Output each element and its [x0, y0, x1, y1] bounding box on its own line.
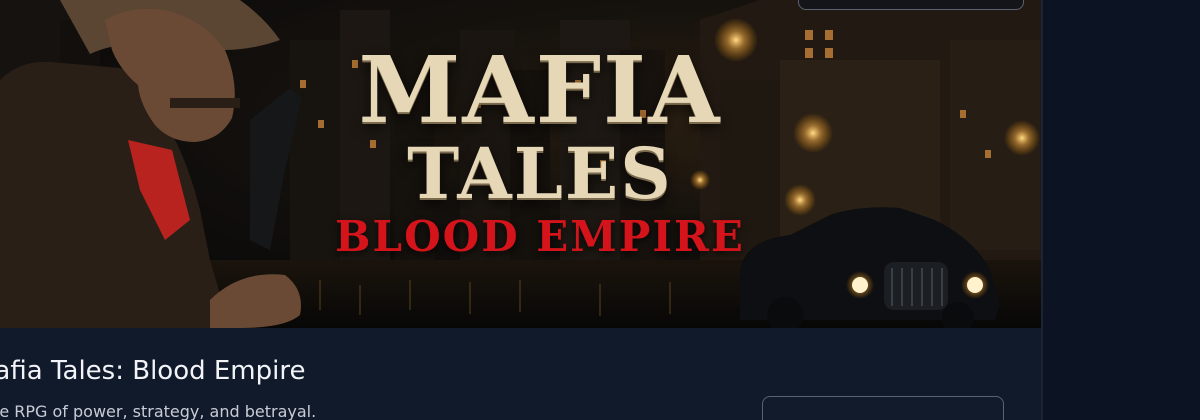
game-card[interactable]: MAFIA TALES BLOOD EMPIRE Mafia Tales: Bl…	[0, 0, 1041, 420]
right-panel	[1043, 0, 1200, 420]
page: MAFIA TALES BLOOD EMPIRE Mafia Tales: Bl…	[0, 0, 1200, 420]
game-title: Mafia Tales: Blood Empire	[0, 356, 306, 386]
banner-title-line2: TALES	[407, 132, 673, 215]
action-button[interactable]	[762, 396, 1004, 420]
banner-title: MAFIA TALES BLOOD EMPIRE	[300, 42, 780, 262]
game-banner-image: MAFIA TALES BLOOD EMPIRE	[0, 0, 1041, 328]
banner-title-line1: MAFIA	[358, 36, 722, 144]
banner-title-line3: BLOOD EMPIRE	[335, 212, 745, 261]
top-chip-button[interactable]	[798, 0, 1024, 10]
game-description: Idle RPG of power, strategy, and betraya…	[0, 402, 317, 420]
